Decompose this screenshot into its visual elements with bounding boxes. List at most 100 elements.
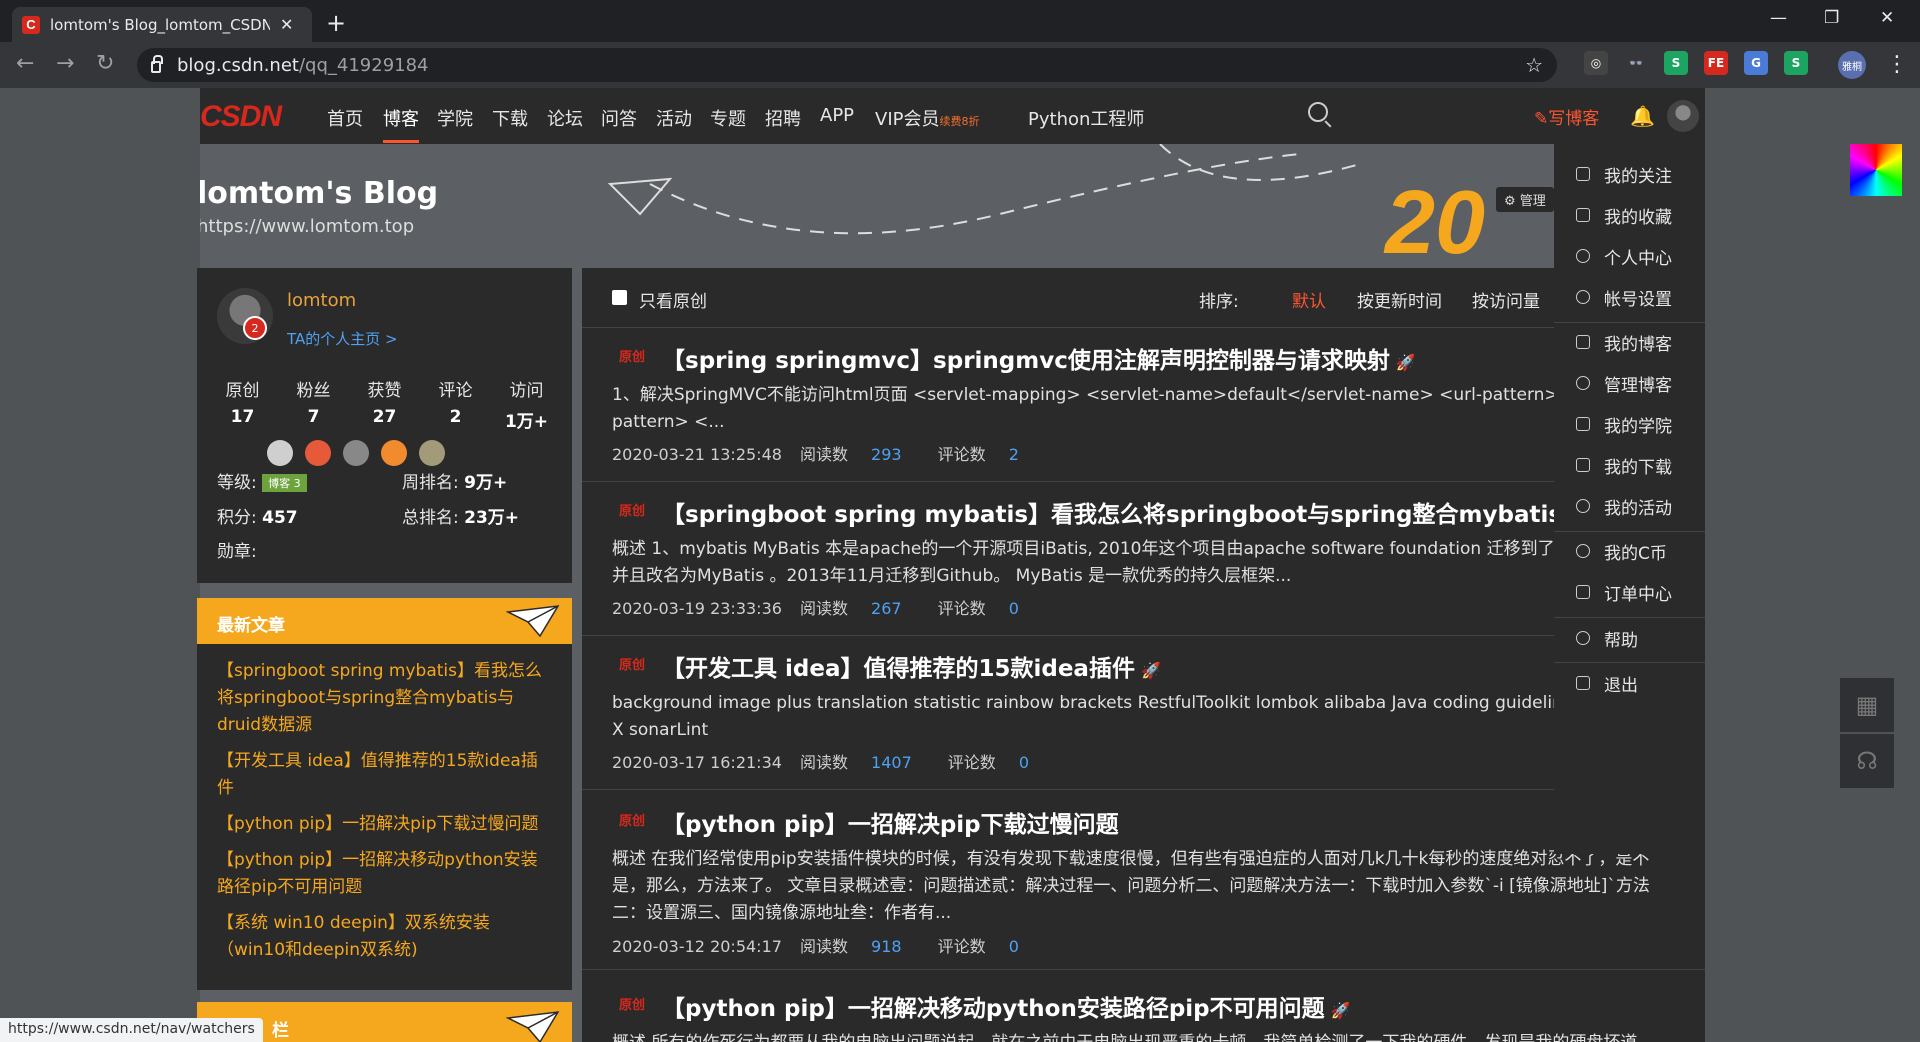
close-window-button[interactable]: ✕ <box>1880 8 1894 28</box>
article-title[interactable]: 【springboot spring mybatis】看我怎么将springbo… <box>662 495 1705 529</box>
nav-item-download[interactable]: 下载 <box>492 105 528 131</box>
points-value: 457 <box>262 508 298 528</box>
menu-item-c-coins[interactable]: 我的C币 <box>1554 529 1705 573</box>
nav-item-jobs[interactable]: 招聘 <box>765 105 801 131</box>
article-title: 【spring springmvc】springmvc使用注解声明控制器与请求映… <box>662 348 1390 374</box>
menu-item-logout[interactable]: 退出 <box>1554 661 1705 705</box>
menu-item-my-blog[interactable]: 我的博客 <box>1554 320 1705 364</box>
nav-item-qa[interactable]: 问答 <box>601 105 637 131</box>
manage-button[interactable]: ⚙ 管理 <box>1496 187 1554 212</box>
article-item[interactable]: 原创 【python pip】一招解决pip下载过慢问题 概述 在我们经常使用p… <box>582 790 1705 970</box>
extension-icon[interactable]: S <box>1784 51 1808 75</box>
nav-item-vip[interactable]: VIP会员续费8折 <box>875 105 979 131</box>
tab-title: lomtom's Blog_lomtom_CSDN <box>50 15 270 34</box>
article-title[interactable]: 【python pip】一招解决pip下载过慢问题 <box>662 805 1119 839</box>
reload-icon[interactable]: ↻ <box>96 51 114 76</box>
menu-item-help[interactable]: 帮助 <box>1554 616 1705 660</box>
menu-item-my-academy[interactable]: 我的学院 <box>1554 402 1705 446</box>
comments-count: 2 <box>1008 445 1019 464</box>
search-input[interactable]: Python工程师 <box>1028 105 1144 131</box>
menu-item-following[interactable]: 我的关注 <box>1554 152 1705 196</box>
article-date: 2020-03-12 20:54:17 <box>612 937 782 956</box>
extension-icon[interactable]: 👓 <box>1624 51 1648 75</box>
article-item[interactable]: 原创 【开发工具 idea】值得推荐的15款idea插件 🚀 background… <box>582 636 1705 790</box>
browser-tab[interactable]: C lomtom's Blog_lomtom_CSDN ✕ <box>12 7 312 42</box>
article-item[interactable]: 原创 【spring springmvc】springmvc使用注解声明控制器与… <box>582 328 1705 482</box>
extension-icon[interactable]: ◎ <box>1584 51 1608 75</box>
menu-item-account-settings[interactable]: 帐号设置 <box>1554 275 1705 319</box>
latest-article-link[interactable]: 【python pip】一招解决pip下载过慢问题 <box>197 811 572 838</box>
nav-item-blog[interactable]: 博客 <box>383 105 419 131</box>
extension-icon[interactable]: S <box>1664 51 1688 75</box>
menu-item-manage-blog[interactable]: 管理博客 <box>1554 361 1705 405</box>
blog-url[interactable]: https://www.lomtom.top <box>200 216 414 237</box>
menu-item-orders[interactable]: 订单中心 <box>1554 570 1705 614</box>
menu-item-favorites[interactable]: 我的收藏 <box>1554 193 1705 237</box>
article-date: 2020-03-19 23:33:36 <box>612 599 782 618</box>
nav-item-forum[interactable]: 论坛 <box>547 105 583 131</box>
latest-article-link[interactable]: 【springboot spring mybatis】看我怎么将springbo… <box>197 658 572 739</box>
article-item[interactable]: 原创 【springboot spring mybatis】看我怎么将sprin… <box>582 482 1705 636</box>
latest-article-link[interactable]: 【系统 win10 deepin】双系统安装（win10和deepin双系统) <box>197 910 572 964</box>
write-blog-button[interactable]: ✎写博客 <box>1534 104 1599 129</box>
bookmark-star-icon[interactable]: ☆ <box>1525 53 1543 77</box>
stat-label: 访问 <box>509 381 544 401</box>
article-desc: 概述 1、mybatis MyBatis 本是apache的一个开源项目iBat… <box>612 539 1676 586</box>
sort-default[interactable]: 默认 <box>1292 287 1326 312</box>
csdn-logo[interactable]: CSDN <box>200 100 282 134</box>
search-icon[interactable] <box>1308 102 1328 122</box>
translate-extension-icon[interactable]: G <box>1744 51 1768 75</box>
menu-item-my-downloads[interactable]: 我的下载 <box>1554 443 1705 487</box>
sort-by-update[interactable]: 按更新时间 <box>1357 287 1442 312</box>
customer-service-icon[interactable]: ☊ <box>1840 734 1894 788</box>
medal-icon[interactable] <box>381 440 407 466</box>
medal-icon[interactable] <box>419 440 445 466</box>
nav-item-topics[interactable]: 专题 <box>710 105 746 131</box>
new-tab-button[interactable]: + <box>326 9 346 37</box>
article-comments: 评论数 0 <box>938 937 1037 956</box>
article-reads: 阅读数 293 <box>800 445 920 464</box>
profile-avatar[interactable]: 雅桐 <box>1838 51 1866 79</box>
latest-article-link[interactable]: 【开发工具 idea】值得推荐的15款idea插件 <box>197 748 572 802</box>
nav-item-app[interactable]: APP <box>820 105 854 126</box>
level-row: 等级: 博客 3 <box>217 468 307 493</box>
coin-icon <box>1576 544 1590 558</box>
article-title-row[interactable]: 【python pip】一招解决移动python安装路径pip不可用问题 🚀 <box>662 989 1351 1023</box>
only-original-checkbox[interactable] <box>612 290 627 305</box>
maximize-button[interactable]: ❐ <box>1824 8 1839 28</box>
article-reads: 阅读数 267 <box>800 599 920 618</box>
reads-label: 阅读数 <box>799 445 848 464</box>
medal-icon[interactable] <box>305 440 331 466</box>
forward-icon[interactable]: → <box>56 51 74 76</box>
back-icon[interactable]: ← <box>16 51 34 76</box>
stat-value: 17 <box>230 407 255 427</box>
sort-by-visits[interactable]: 按访问量 <box>1472 287 1540 312</box>
nav-item-academy[interactable]: 学院 <box>437 105 473 131</box>
bell-icon[interactable]: 🔔 <box>1630 104 1655 128</box>
article-item[interactable]: 原创 【python pip】一招解决移动python安装路径pip不可用问题 🚀… <box>582 970 1705 1042</box>
medal-icon[interactable] <box>343 440 369 466</box>
only-original-label[interactable]: 只看原创 <box>639 287 707 312</box>
menu-item-label: 我的活动 <box>1604 498 1672 519</box>
menu-item-my-events[interactable]: 我的活动 <box>1554 484 1705 528</box>
article-title-row[interactable]: 【spring springmvc】springmvc使用注解声明控制器与请求映… <box>662 341 1416 375</box>
browser-menu-icon[interactable]: ⋮ <box>1886 52 1908 77</box>
article-title-row[interactable]: 【开发工具 idea】值得推荐的15款idea插件 🚀 <box>662 649 1161 683</box>
medal-icon[interactable] <box>267 440 293 466</box>
theme-color-icon[interactable] <box>1850 144 1902 196</box>
menu-item-profile[interactable]: 个人中心 <box>1554 234 1705 278</box>
extension-icon[interactable]: FE <box>1704 51 1728 75</box>
minimize-button[interactable]: — <box>1770 8 1787 28</box>
nav-item-events[interactable]: 活动 <box>656 105 692 131</box>
reads-count: 918 <box>871 937 902 956</box>
banner-decoration <box>607 144 1361 235</box>
address-bar[interactable]: blog.csdn.net /qq_41929184 ☆ <box>137 48 1557 82</box>
user-avatar[interactable] <box>1667 100 1699 132</box>
nav-item-home[interactable]: 首页 <box>327 105 363 131</box>
edit-icon <box>1576 335 1590 349</box>
close-tab-icon[interactable]: ✕ <box>280 15 293 34</box>
author-name[interactable]: lomtom <box>287 290 356 311</box>
author-home-link[interactable]: TA的个人主页 > <box>287 328 398 349</box>
qrcode-icon[interactable]: ▦ <box>1840 678 1894 732</box>
latest-article-link[interactable]: 【python pip】一招解决移动python安装路径pip不可用问题 <box>197 847 572 901</box>
